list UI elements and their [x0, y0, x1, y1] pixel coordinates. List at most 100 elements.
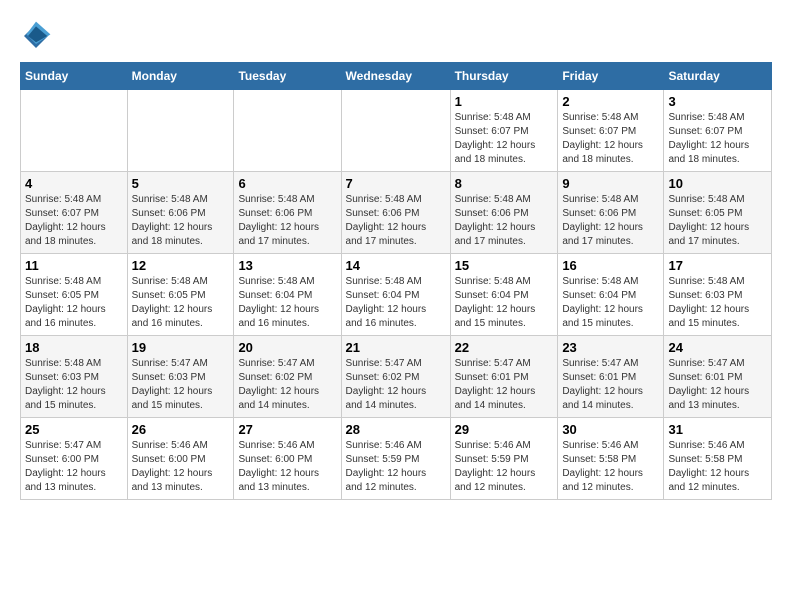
- day-number: 6: [238, 176, 336, 191]
- day-info: Sunrise: 5:48 AM Sunset: 6:04 PM Dayligh…: [238, 275, 336, 331]
- calendar-cell: 28Sunrise: 5:46 AM Sunset: 5:59 PM Dayli…: [341, 418, 450, 500]
- calendar-cell: 16Sunrise: 5:48 AM Sunset: 6:04 PM Dayli…: [558, 254, 664, 336]
- calendar-cell: 30 Sunrise: 5:46 AM Sunset: 5:58 PM Dayli…: [558, 418, 664, 500]
- day-number: 21: [346, 340, 446, 355]
- calendar-cell: 10Sunrise: 5:48 AM Sunset: 6:05 PM Dayli…: [664, 172, 772, 254]
- day-info: Sunrise: 5:47 AM Sunset: 6:02 PM Dayligh…: [346, 357, 446, 413]
- day-info: Sunrise: 5:46 AM Sunset: 5:59 PM Dayligh…: [346, 439, 446, 495]
- day-number: 12: [132, 258, 230, 273]
- day-info: Sunrise: 5:48 AM Sunset: 6:03 PM Dayligh…: [668, 275, 767, 331]
- calendar-cell: [21, 90, 128, 172]
- calendar-cell: 21 Sunrise: 5:47 AM Sunset: 6:02 PM Dayli…: [341, 336, 450, 418]
- calendar-week-row: 18 Sunrise: 5:48 AM Sunset: 6:03 PM Dayli…: [21, 336, 772, 418]
- calendar-cell: 6 Sunrise: 5:48 AM Sunset: 6:06 PM Daylig…: [234, 172, 341, 254]
- calendar-cell: 2Sunrise: 5:48 AM Sunset: 6:07 PM Daylig…: [558, 90, 664, 172]
- calendar-cell: 22 Sunrise: 5:47 AM Sunset: 6:01 PM Dayli…: [450, 336, 558, 418]
- day-info: Sunrise: 5:47 AM Sunset: 6:01 PM Dayligh…: [455, 357, 554, 413]
- calendar-cell: 12 Sunrise: 5:48 AM Sunset: 6:05 PM Dayli…: [127, 254, 234, 336]
- day-number: 13: [238, 258, 336, 273]
- day-number: 29: [455, 422, 554, 437]
- day-number: 19: [132, 340, 230, 355]
- calendar-cell: 7 Sunrise: 5:48 AM Sunset: 6:06 PM Daylig…: [341, 172, 450, 254]
- calendar-cell: 26Sunrise: 5:46 AM Sunset: 6:00 PM Dayli…: [127, 418, 234, 500]
- day-number: 24: [668, 340, 767, 355]
- day-header-monday: Monday: [127, 63, 234, 90]
- day-number: 22: [455, 340, 554, 355]
- day-info: Sunrise: 5:48 AM Sunset: 6:06 PM Dayligh…: [346, 193, 446, 249]
- calendar-table: SundayMondayTuesdayWednesdayThursdayFrid…: [20, 62, 772, 500]
- calendar-cell: 23 Sunrise: 5:47 AM Sunset: 6:01 PM Dayli…: [558, 336, 664, 418]
- calendar-cell: [234, 90, 341, 172]
- day-number: 17: [668, 258, 767, 273]
- day-header-friday: Friday: [558, 63, 664, 90]
- day-number: 14: [346, 258, 446, 273]
- day-header-thursday: Thursday: [450, 63, 558, 90]
- day-info: Sunrise: 5:47 AM Sunset: 6:01 PM Dayligh…: [562, 357, 659, 413]
- page-header: [20, 20, 772, 52]
- day-info: Sunrise: 5:47 AM Sunset: 6:03 PM Dayligh…: [132, 357, 230, 413]
- day-info: Sunrise: 5:48 AM Sunset: 6:06 PM Dayligh…: [455, 193, 554, 249]
- day-info: Sunrise: 5:48 AM Sunset: 6:03 PM Dayligh…: [25, 357, 123, 413]
- day-info: Sunrise: 5:46 AM Sunset: 6:00 PM Dayligh…: [238, 439, 336, 495]
- day-number: 11: [25, 258, 123, 273]
- calendar-week-row: 11 Sunrise: 5:48 AM Sunset: 6:05 PM Dayli…: [21, 254, 772, 336]
- day-number: 26: [132, 422, 230, 437]
- calendar-header-row: SundayMondayTuesdayWednesdayThursdayFrid…: [21, 63, 772, 90]
- day-header-tuesday: Tuesday: [234, 63, 341, 90]
- day-info: Sunrise: 5:48 AM Sunset: 6:06 PM Dayligh…: [238, 193, 336, 249]
- day-number: 30: [562, 422, 659, 437]
- calendar-cell: 18 Sunrise: 5:48 AM Sunset: 6:03 PM Dayli…: [21, 336, 128, 418]
- calendar-cell: 27 Sunrise: 5:46 AM Sunset: 6:00 PM Dayli…: [234, 418, 341, 500]
- calendar-cell: 25Sunrise: 5:47 AM Sunset: 6:00 PM Dayli…: [21, 418, 128, 500]
- calendar-cell: 17 Sunrise: 5:48 AM Sunset: 6:03 PM Dayli…: [664, 254, 772, 336]
- day-info: Sunrise: 5:48 AM Sunset: 6:05 PM Dayligh…: [132, 275, 230, 331]
- day-info: Sunrise: 5:46 AM Sunset: 5:58 PM Dayligh…: [668, 439, 767, 495]
- calendar-cell: 13 Sunrise: 5:48 AM Sunset: 6:04 PM Dayli…: [234, 254, 341, 336]
- calendar-cell: [341, 90, 450, 172]
- calendar-cell: 3 Sunrise: 5:48 AM Sunset: 6:07 PM Daylig…: [664, 90, 772, 172]
- day-header-wednesday: Wednesday: [341, 63, 450, 90]
- day-number: 8: [455, 176, 554, 191]
- calendar-week-row: 4Sunrise: 5:48 AM Sunset: 6:07 PM Daylig…: [21, 172, 772, 254]
- day-number: 31: [668, 422, 767, 437]
- calendar-cell: 9Sunrise: 5:48 AM Sunset: 6:06 PM Daylig…: [558, 172, 664, 254]
- day-number: 10: [668, 176, 767, 191]
- calendar-cell: 1Sunrise: 5:48 AM Sunset: 6:07 PM Daylig…: [450, 90, 558, 172]
- day-info: Sunrise: 5:47 AM Sunset: 6:00 PM Dayligh…: [25, 439, 123, 495]
- day-number: 7: [346, 176, 446, 191]
- day-info: Sunrise: 5:48 AM Sunset: 6:07 PM Dayligh…: [668, 111, 767, 167]
- calendar-week-row: 25Sunrise: 5:47 AM Sunset: 6:00 PM Dayli…: [21, 418, 772, 500]
- day-number: 1: [455, 94, 554, 109]
- calendar-cell: 24 Sunrise: 5:47 AM Sunset: 6:01 PM Dayli…: [664, 336, 772, 418]
- calendar-cell: 5Sunrise: 5:48 AM Sunset: 6:06 PM Daylig…: [127, 172, 234, 254]
- day-number: 18: [25, 340, 123, 355]
- calendar-cell: 11 Sunrise: 5:48 AM Sunset: 6:05 PM Dayli…: [21, 254, 128, 336]
- day-header-saturday: Saturday: [664, 63, 772, 90]
- calendar-week-row: 1 Sunrise: 5:48 AM Sunset: 6:07 PM Daylig…: [21, 90, 772, 172]
- calendar-cell: 8 Sunrise: 5:48 AM Sunset: 6:06 PM Daylig…: [450, 172, 558, 254]
- calendar-cell: 15Sunrise: 5:48 AM Sunset: 6:04 PM Dayli…: [450, 254, 558, 336]
- day-info: Sunrise: 5:48 AM Sunset: 6:04 PM Dayligh…: [346, 275, 446, 331]
- day-number: 20: [238, 340, 336, 355]
- day-number: 2: [562, 94, 659, 109]
- day-info: Sunrise: 5:46 AM Sunset: 5:58 PM Dayligh…: [562, 439, 659, 495]
- day-info: Sunrise: 5:48 AM Sunset: 6:06 PM Dayligh…: [132, 193, 230, 249]
- day-header-sunday: Sunday: [21, 63, 128, 90]
- calendar-cell: 4Sunrise: 5:48 AM Sunset: 6:07 PM Daylig…: [21, 172, 128, 254]
- day-info: Sunrise: 5:48 AM Sunset: 6:04 PM Dayligh…: [562, 275, 659, 331]
- day-number: 3: [668, 94, 767, 109]
- calendar-cell: 14 Sunrise: 5:48 AM Sunset: 6:04 PM Dayli…: [341, 254, 450, 336]
- day-number: 27: [238, 422, 336, 437]
- calendar-cell: 31 Sunrise: 5:46 AM Sunset: 5:58 PM Dayli…: [664, 418, 772, 500]
- logo-icon: [20, 20, 52, 52]
- calendar-cell: [127, 90, 234, 172]
- day-number: 4: [25, 176, 123, 191]
- day-info: Sunrise: 5:46 AM Sunset: 5:59 PM Dayligh…: [455, 439, 554, 495]
- calendar-cell: 19 Sunrise: 5:47 AM Sunset: 6:03 PM Dayli…: [127, 336, 234, 418]
- day-info: Sunrise: 5:47 AM Sunset: 6:01 PM Dayligh…: [668, 357, 767, 413]
- calendar-cell: 20Sunrise: 5:47 AM Sunset: 6:02 PM Dayli…: [234, 336, 341, 418]
- day-info: Sunrise: 5:48 AM Sunset: 6:04 PM Dayligh…: [455, 275, 554, 331]
- day-info: Sunrise: 5:48 AM Sunset: 6:05 PM Dayligh…: [25, 275, 123, 331]
- day-number: 23: [562, 340, 659, 355]
- day-number: 9: [562, 176, 659, 191]
